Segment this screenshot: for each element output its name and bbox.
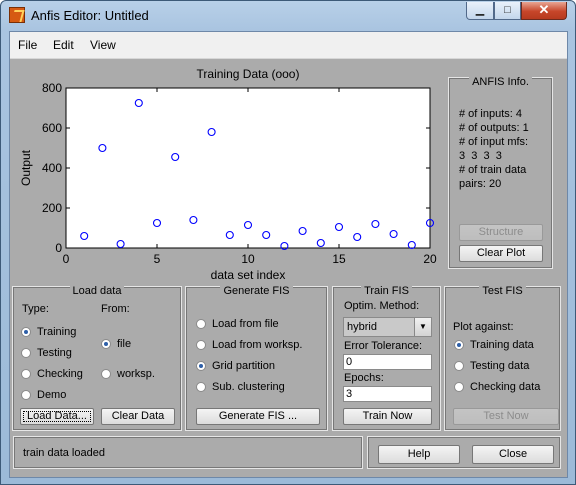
gen-sub-clustering-radio[interactable]: Sub. clustering: [196, 381, 285, 393]
num-mfs-values: 3 3 3 3: [459, 150, 502, 162]
x-tick-label: 15: [332, 252, 346, 266]
epochs-input[interactable]: 3: [343, 386, 432, 402]
test-training-radio[interactable]: Training data: [454, 339, 534, 351]
train-data-label: # of train data: [459, 164, 527, 176]
plot-against-label: Plot against:: [453, 321, 514, 333]
y-tick-label: 400: [42, 161, 62, 175]
y-tick-label: 600: [42, 121, 62, 135]
train-now-button[interactable]: Train Now: [343, 408, 432, 425]
y-axis-label: Output: [19, 149, 33, 186]
x-tick-label: 20: [423, 252, 437, 266]
optim-method-value: hybrid: [347, 321, 377, 333]
gen-load-file-radio[interactable]: Load from file: [196, 318, 279, 330]
x-axis-label: data set index: [211, 268, 286, 282]
optim-method-select[interactable]: hybrid ▼: [343, 317, 432, 337]
epochs-label: Epochs:: [344, 372, 384, 384]
close-button[interactable]: Close: [472, 445, 554, 464]
plot-title: Training Data (ooo): [197, 67, 300, 81]
from-file-radio[interactable]: file: [101, 338, 131, 350]
test-testing-radio[interactable]: Testing data: [454, 360, 529, 372]
anfis-editor-window: Anfis Editor: Untitled ▁ □ ✕ File Edit V…: [0, 0, 576, 485]
x-tick-label: 10: [241, 252, 255, 266]
maximize-button[interactable]: □: [494, 2, 521, 20]
type-training-radio[interactable]: Training: [21, 326, 76, 338]
type-testing-radio[interactable]: Testing: [21, 347, 72, 359]
train-data-pairs: pairs: 20: [459, 178, 502, 190]
client-area: File Edit View 0 5 10 15 20 0 200 400 600 800 Trai…: [9, 31, 568, 478]
y-tick-label: 200: [42, 201, 62, 215]
type-label: Type:: [22, 303, 49, 315]
plot-axes-box: [65, 87, 431, 249]
from-label: From:: [101, 303, 130, 315]
train-fis-panel: Train FIS Optim. Method: hybrid ▼ Error …: [332, 285, 441, 431]
gen-load-workspace-radio[interactable]: Load from worksp.: [196, 339, 302, 351]
test-checking-radio[interactable]: Checking data: [454, 381, 540, 393]
y-tick-label: 800: [42, 81, 62, 95]
anfis-info-title: ANFIS Info.: [469, 76, 532, 88]
minimize-button[interactable]: ▁: [466, 2, 494, 20]
optim-method-label: Optim. Method:: [344, 300, 420, 312]
error-tolerance-input[interactable]: 0: [343, 354, 432, 370]
test-fis-panel: Test FIS Plot against: Training data Tes…: [444, 285, 561, 431]
title-bar[interactable]: Anfis Editor: Untitled ▁ □ ✕: [1, 1, 575, 31]
structure-button[interactable]: Structure: [459, 224, 543, 241]
error-tolerance-label: Error Tolerance:: [344, 340, 423, 352]
window-title: Anfis Editor: Untitled: [31, 8, 149, 23]
status-panel: train data loaded: [13, 436, 363, 469]
y-tick-label: 0: [55, 241, 62, 255]
gen-grid-partition-radio[interactable]: Grid partition: [196, 360, 275, 372]
test-fis-title: Test FIS: [479, 285, 526, 297]
type-checking-radio[interactable]: Checking: [21, 368, 83, 380]
clear-data-button[interactable]: Clear Data: [101, 408, 175, 425]
x-tick-label: 0: [63, 252, 70, 266]
from-workspace-radio[interactable]: worksp.: [101, 368, 155, 380]
anfis-info-panel: ANFIS Info. # of inputs: 4 # of outputs:…: [448, 76, 553, 269]
num-outputs: # of outputs: 1: [459, 122, 529, 134]
footer-buttons-panel: Help Close: [367, 436, 561, 469]
load-data-button[interactable]: Load Data...: [20, 408, 94, 425]
generate-fis-title: Generate FIS: [220, 285, 293, 297]
generate-fis-button[interactable]: Generate FIS ...: [196, 408, 320, 425]
matlab-app-icon: [9, 7, 25, 23]
x-tick-label: 5: [154, 252, 161, 266]
type-demo-radio[interactable]: Demo: [21, 389, 66, 401]
status-message: train data loaded: [23, 447, 105, 459]
load-data-panel: Load data Type: From: Training Testing C…: [12, 285, 182, 431]
generate-fis-panel: Generate FIS Load from file Load from wo…: [185, 285, 328, 431]
help-button[interactable]: Help: [378, 445, 460, 464]
chevron-down-icon[interactable]: ▼: [414, 318, 431, 336]
clear-plot-button[interactable]: Clear Plot: [459, 245, 543, 262]
num-inputs: # of inputs: 4: [459, 108, 522, 120]
window-close-button[interactable]: ✕: [521, 2, 567, 20]
num-mfs-label: # of input mfs:: [459, 136, 529, 148]
load-data-title: Load data: [69, 285, 125, 297]
test-now-button[interactable]: Test Now: [453, 408, 559, 425]
train-fis-title: Train FIS: [361, 285, 412, 297]
